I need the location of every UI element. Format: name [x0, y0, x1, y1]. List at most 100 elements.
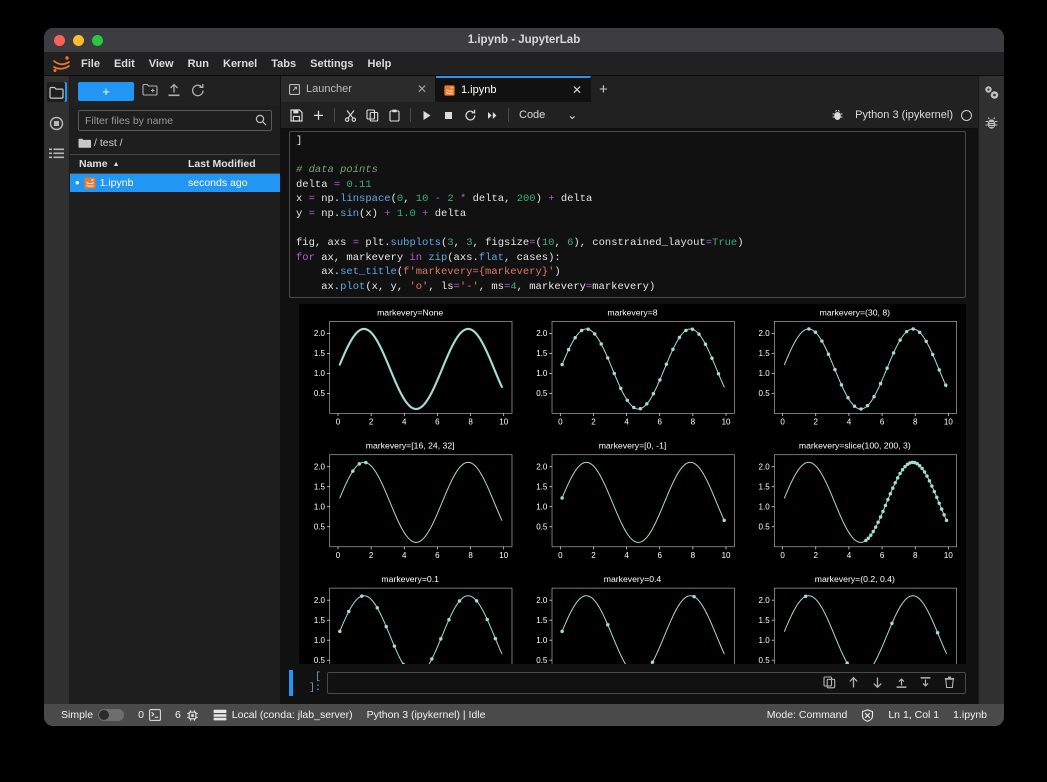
x-tick-label: 2 — [591, 417, 596, 426]
subplot-title: markevery=slice(100, 200, 3) — [799, 440, 911, 450]
refresh-icon[interactable] — [190, 83, 206, 99]
new-folder-icon[interactable] — [142, 83, 158, 99]
stop-icon[interactable] — [439, 106, 458, 125]
kernel-count[interactable]: 6 — [168, 709, 206, 722]
insert-cell-icon[interactable] — [309, 106, 328, 125]
window-title: 1.ipynb - JupyterLab — [44, 34, 1004, 46]
maximize-window-button[interactable] — [92, 35, 103, 46]
code-line: x = np.linspace(0, 10 - 2 * delta, 200) … — [296, 192, 959, 207]
kernel-status[interactable]: Python 3 (ipykernel) | Idle — [360, 709, 493, 721]
column-header-last-modified[interactable]: Last Modified — [188, 158, 280, 170]
kernel-status-indicator[interactable] — [961, 110, 972, 121]
x-tick-label: 0 — [780, 417, 785, 426]
plot-marker — [891, 486, 894, 489]
plot-marker — [567, 347, 570, 350]
sidebar-item-table-of-contents[interactable] — [47, 144, 67, 164]
cursor-position[interactable]: Ln 1, Col 1 — [881, 709, 946, 721]
y-tick-label: 1.5 — [536, 615, 548, 624]
plot-marker — [364, 460, 367, 463]
terminal-count[interactable]: 0 — [131, 709, 168, 721]
menu-item-view[interactable]: View — [142, 55, 181, 73]
sidebar-item-debugger[interactable] — [982, 113, 1002, 133]
insert-above-icon[interactable] — [895, 676, 909, 690]
plot-marker — [866, 403, 869, 406]
code-line: # data points — [296, 163, 959, 178]
simple-mode-toggle-wrap[interactable]: Simple — [54, 709, 131, 721]
file-list-item[interactable]: • 1.ipynb seconds ago — [70, 174, 280, 192]
plot-marker — [704, 342, 707, 345]
paste-icon[interactable] — [385, 106, 404, 125]
x-tick-label: 10 — [944, 551, 953, 560]
y-tick-label: 1.0 — [536, 502, 548, 511]
y-tick-label: 2.0 — [314, 462, 326, 471]
y-tick-label: 2.0 — [536, 595, 548, 604]
connection-status[interactable]: Local (conda: jlab_server) — [206, 709, 360, 721]
close-tab-icon[interactable]: ✕ — [407, 82, 427, 96]
plot-marker — [613, 371, 616, 374]
empty-cell-input[interactable] — [327, 672, 966, 694]
menu-item-run[interactable]: Run — [181, 55, 216, 73]
duplicate-icon[interactable] — [823, 676, 837, 690]
menu-item-help[interactable]: Help — [361, 55, 399, 73]
minimize-window-button[interactable] — [73, 35, 84, 46]
add-tab-button[interactable]: + — [591, 81, 616, 98]
x-tick-label: 0 — [780, 551, 785, 560]
code-cell[interactable]: ] # data pointsdelta = 0.11x = np.linspa… — [281, 129, 978, 298]
move-up-icon[interactable] — [847, 676, 861, 690]
code-editor[interactable]: ] # data pointsdelta = 0.11x = np.linspa… — [289, 131, 966, 298]
breadcrumb[interactable]: / test / — [70, 133, 280, 154]
menu-item-file[interactable]: File — [74, 55, 107, 73]
plot-marker — [684, 328, 687, 331]
simple-mode-toggle[interactable] — [98, 709, 124, 721]
x-tick-label: 4 — [402, 551, 407, 560]
plot-marker — [853, 404, 856, 407]
insert-below-icon[interactable] — [919, 676, 933, 690]
kernel-name-label[interactable]: Python 3 (ipykernel) — [855, 109, 953, 121]
x-tick-label: 2 — [814, 551, 819, 560]
plot-marker — [940, 507, 943, 510]
y-tick-label: 1.5 — [759, 482, 771, 491]
tab-notebook-1ipynb[interactable]: 1.ipynb ✕ — [436, 76, 591, 102]
cell-type-dropdown[interactable]: Code ⌄ — [519, 108, 577, 122]
plot-marker — [933, 489, 936, 492]
sidebar-item-running-sessions[interactable] — [47, 113, 67, 133]
x-tick-label: 6 — [435, 417, 440, 426]
new-launcher-button[interactable]: + — [78, 82, 134, 101]
close-tab-icon[interactable]: ✕ — [562, 83, 582, 97]
plot-marker — [632, 405, 635, 408]
left-activity-bar — [44, 76, 70, 704]
bug-icon[interactable] — [828, 106, 847, 125]
cut-icon[interactable] — [341, 106, 360, 125]
file-list-header: Name ▲ Last Modified — [70, 154, 280, 174]
menu-item-settings[interactable]: Settings — [303, 55, 360, 73]
copy-icon[interactable] — [363, 106, 382, 125]
upload-icon[interactable] — [166, 83, 182, 99]
x-tick-label: 8 — [691, 417, 696, 426]
menu-item-kernel[interactable]: Kernel — [216, 55, 264, 73]
delete-icon[interactable] — [943, 676, 957, 690]
restart-run-all-icon[interactable] — [483, 106, 502, 125]
column-header-name[interactable]: Name ▲ — [70, 158, 188, 170]
empty-code-cell[interactable]: [ ]: — [281, 664, 978, 704]
restart-icon[interactable] — [461, 106, 480, 125]
plot-marker — [691, 327, 694, 330]
plot-marker — [867, 536, 870, 539]
extension-status[interactable] — [854, 709, 881, 722]
sidebar-item-file-browser[interactable] — [47, 82, 67, 102]
run-icon[interactable] — [417, 106, 436, 125]
move-down-icon[interactable] — [871, 676, 885, 690]
plot-marker — [879, 515, 882, 518]
plot-marker — [717, 372, 720, 375]
sidebar-item-property-inspector[interactable] — [982, 82, 1002, 102]
subplot: markevery=802468100.51.01.52.0 — [536, 307, 734, 426]
menu-item-edit[interactable]: Edit — [107, 55, 142, 73]
y-tick-label: 1.0 — [536, 635, 548, 644]
plot-marker — [889, 492, 892, 495]
close-window-button[interactable] — [54, 35, 65, 46]
save-icon[interactable] — [287, 106, 306, 125]
notebook-panel[interactable]: ] # data pointsdelta = 0.11x = np.linspa… — [281, 129, 978, 704]
x-tick-label: 2 — [369, 551, 374, 560]
tab-launcher[interactable]: Launcher ✕ — [281, 76, 436, 102]
menu-item-tabs[interactable]: Tabs — [264, 55, 303, 73]
file-filter-input[interactable] — [78, 110, 272, 131]
